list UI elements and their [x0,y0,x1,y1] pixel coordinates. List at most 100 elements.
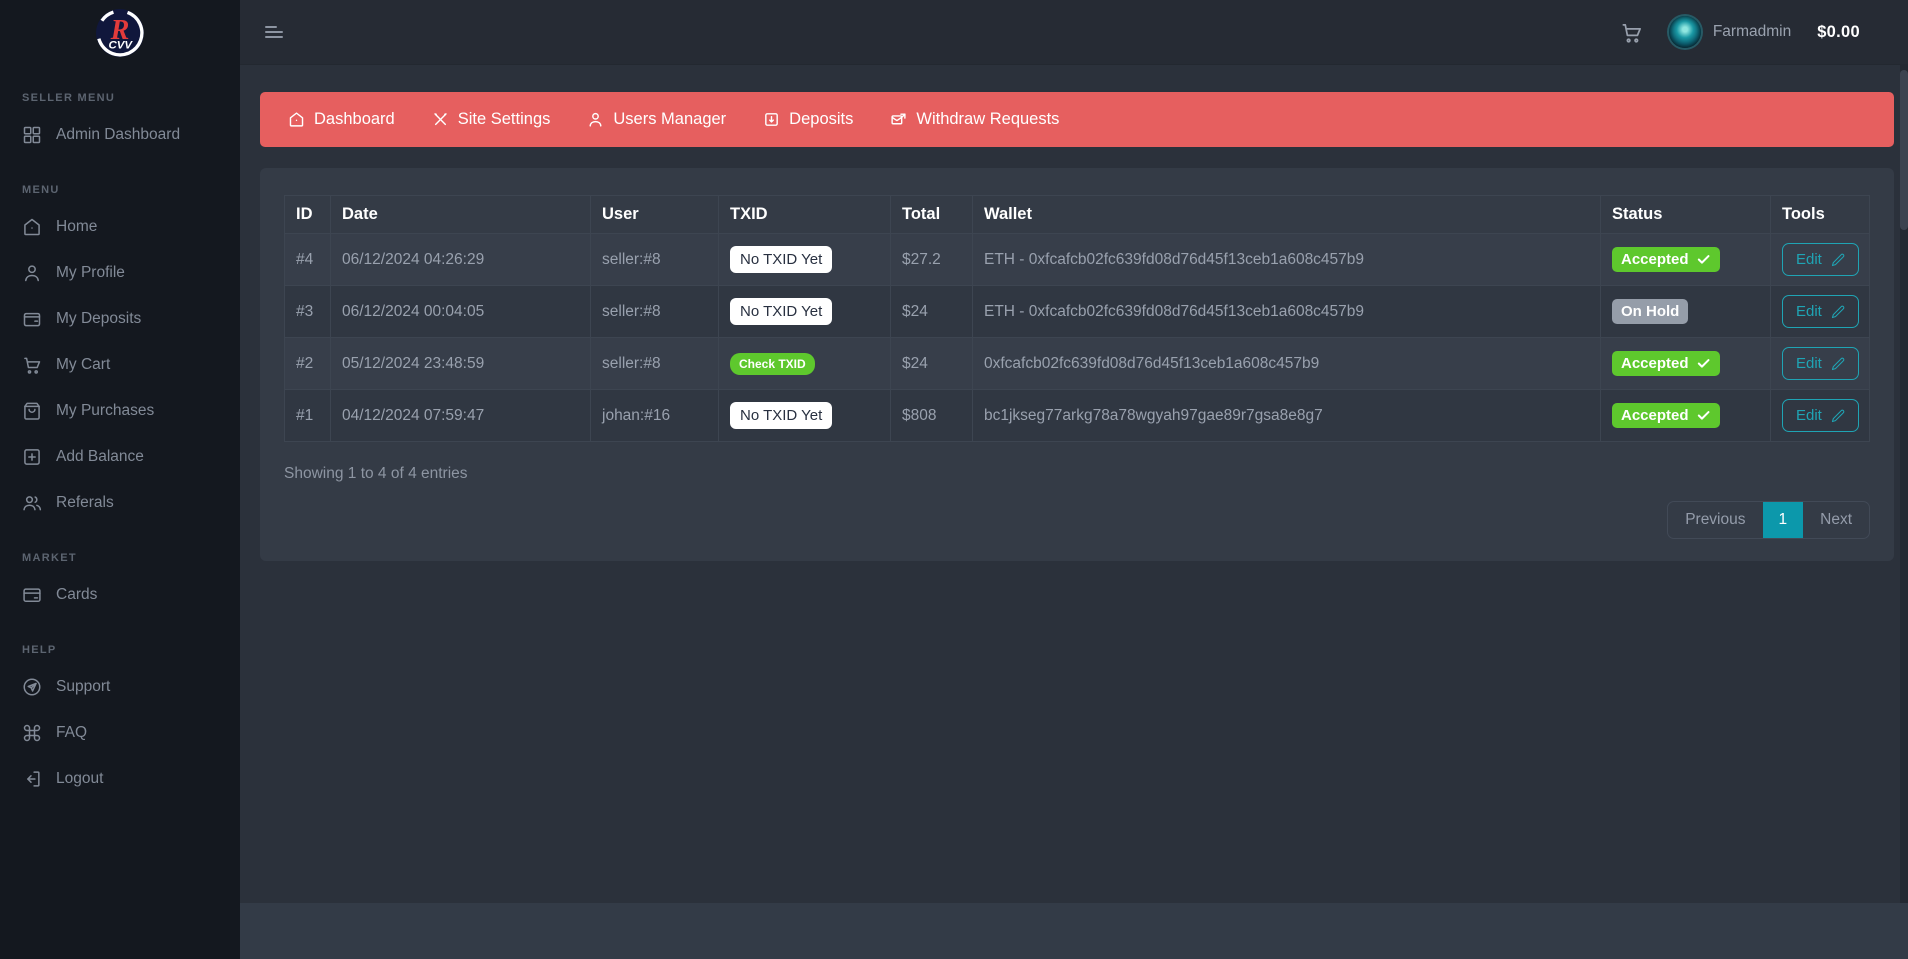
next-page-button[interactable]: Next [1803,502,1869,538]
hamburger-icon [265,26,283,38]
footer [240,903,1908,959]
mail-send-icon [891,113,906,125]
sidebar-item-label: FAQ [56,724,88,741]
sidebar-item-faq[interactable]: FAQ [0,710,240,756]
status-badge-accepted: Accepted [1612,247,1720,272]
nav-item-label: Users Manager [613,110,727,128]
sidebar-item-label: Add Balance [56,448,144,465]
nav-item-label: Deposits [789,110,854,128]
status-badge-accepted: Accepted [1612,403,1720,428]
sidebar-item-my-deposits[interactable]: My Deposits [0,296,240,342]
sidebar: R CVV SELLER MENU Admin Dashboard MENU Home… [0,0,240,959]
check-icon [1697,411,1710,420]
pencil-icon [1831,357,1845,370]
cell-user: seller:#8 [590,337,719,390]
cell-tools: Edit [1770,233,1870,286]
cell-wallet: 0xfcafcb02fc639fd08d76d45f13ceb1a608c457… [972,337,1601,390]
pagination: Previous 1 Next [1667,501,1870,539]
cell-id: #1 [284,389,331,442]
no-txid-badge: No TXID Yet [730,402,833,429]
menu-toggle-button[interactable] [262,20,286,44]
credit-card-icon [23,588,41,602]
edit-button-label: Edit [1796,407,1822,424]
sidebar-item-my-cart[interactable]: My Cart [0,342,240,388]
nav-item-withdraw-requests[interactable]: Withdraw Requests [890,110,1059,129]
nav-item-deposits[interactable]: Deposits [763,110,853,129]
home-icon [24,218,40,236]
sidebar-item-support[interactable]: Support [0,664,240,710]
cell-total: $24 [890,337,973,390]
wallet-icon [23,312,41,327]
sidebar-item-admin-dashboard[interactable]: Admin Dashboard [0,112,240,158]
table-row: #3 06/12/2024 00:04:05 seller:#8 No TXID Ye… [284,285,1870,338]
pencil-icon [1831,409,1845,422]
check-txid-badge[interactable]: Check TXID [730,352,815,375]
status-badge-accepted: Accepted [1612,351,1720,376]
status-label: Accepted [1621,355,1689,372]
status-label: Accepted [1621,251,1689,268]
cell-tools: Edit [1770,389,1870,442]
section-title-seller-menu: SELLER MENU [22,92,116,104]
edit-button[interactable]: Edit [1782,243,1859,276]
sidebar-item-cards[interactable]: Cards [0,572,240,618]
no-txid-badge: No TXID Yet [730,298,833,325]
scrollbar-thumb[interactable] [1900,70,1908,230]
edit-button-label: Edit [1796,355,1822,372]
edit-button[interactable]: Edit [1782,399,1859,432]
user-icon [25,265,39,282]
cell-date: 06/12/2024 04:26:29 [330,233,591,286]
cart-icon [1622,23,1641,43]
sidebar-item-label: Support [56,678,111,695]
cell-date: 04/12/2024 07:59:47 [330,389,591,442]
topbar: Farmadmin $0.00 [240,0,1908,64]
sidebar-item-label: Logout [56,770,104,787]
edit-button[interactable]: Edit [1782,295,1859,328]
sidebar-item-label: Home [56,218,98,235]
check-icon [1697,359,1710,368]
user-menu[interactable]: Farmadmin [1668,16,1792,48]
withdraw-requests-card: ID Date User TXID Total Wallet Status To… [260,168,1894,561]
sidebar-item-add-balance[interactable]: Add Balance [0,434,240,480]
pencil-icon [1831,253,1845,266]
cell-wallet: ETH - 0xfcafcb02fc639fd08d76d45f13ceb1a6… [972,285,1601,338]
cell-txid: No TXID Yet [718,233,891,286]
command-icon [23,724,41,742]
column-header-wallet: Wallet [972,195,1601,234]
column-header-tools: Tools [1770,195,1870,234]
page-1-button[interactable]: 1 [1762,502,1804,538]
app-logo[interactable]: R CVV [0,0,240,66]
cell-txid: Check TXID [718,337,891,390]
cell-user: johan:#16 [590,389,719,442]
section-title-market: MARKET [22,552,77,564]
username: Farmadmin [1712,23,1792,40]
sidebar-item-my-purchases[interactable]: My Purchases [0,388,240,434]
nav-item-dashboard[interactable]: Dashboard [288,110,395,129]
cart-button[interactable] [1620,21,1643,44]
sidebar-item-logout[interactable]: Logout [0,756,240,802]
sidebar-item-referals[interactable]: Referals [0,480,240,526]
scrollbar[interactable] [1900,64,1908,903]
cell-id: #2 [284,337,331,390]
nav-item-users-manager[interactable]: Users Manager [587,110,726,129]
edit-button[interactable]: Edit [1782,347,1859,380]
deposit-box-icon [765,113,779,126]
column-header-user: User [590,195,719,234]
sidebar-item-home[interactable]: Home [0,204,240,250]
table-row: #4 06/12/2024 04:26:29 seller:#8 No TXID Ye… [284,233,1870,286]
nav-item-site-settings[interactable]: Site Settings [432,110,551,129]
column-header-status: Status [1600,195,1771,234]
cell-tools: Edit [1770,337,1870,390]
cell-tools: Edit [1770,285,1870,338]
section-title-help: HELP [22,644,57,656]
cell-wallet: ETH - 0xfcafcb02fc639fd08d76d45f13ceb1a6… [972,233,1601,286]
table-summary: Showing 1 to 4 of 4 entries [284,465,468,482]
sidebar-item-label: Admin Dashboard [56,126,181,143]
tools-icon [434,113,447,126]
nav-item-label: Site Settings [457,110,551,128]
previous-page-button[interactable]: Previous [1668,502,1762,538]
sidebar-item-label: Cards [56,586,98,603]
sidebar-item-my-profile[interactable]: My Profile [0,250,240,296]
table-row: #2 05/12/2024 23:48:59 seller:#8 Check TXID… [284,337,1870,390]
sidebar-item-label: My Profile [56,264,125,281]
bag-icon [24,402,40,420]
